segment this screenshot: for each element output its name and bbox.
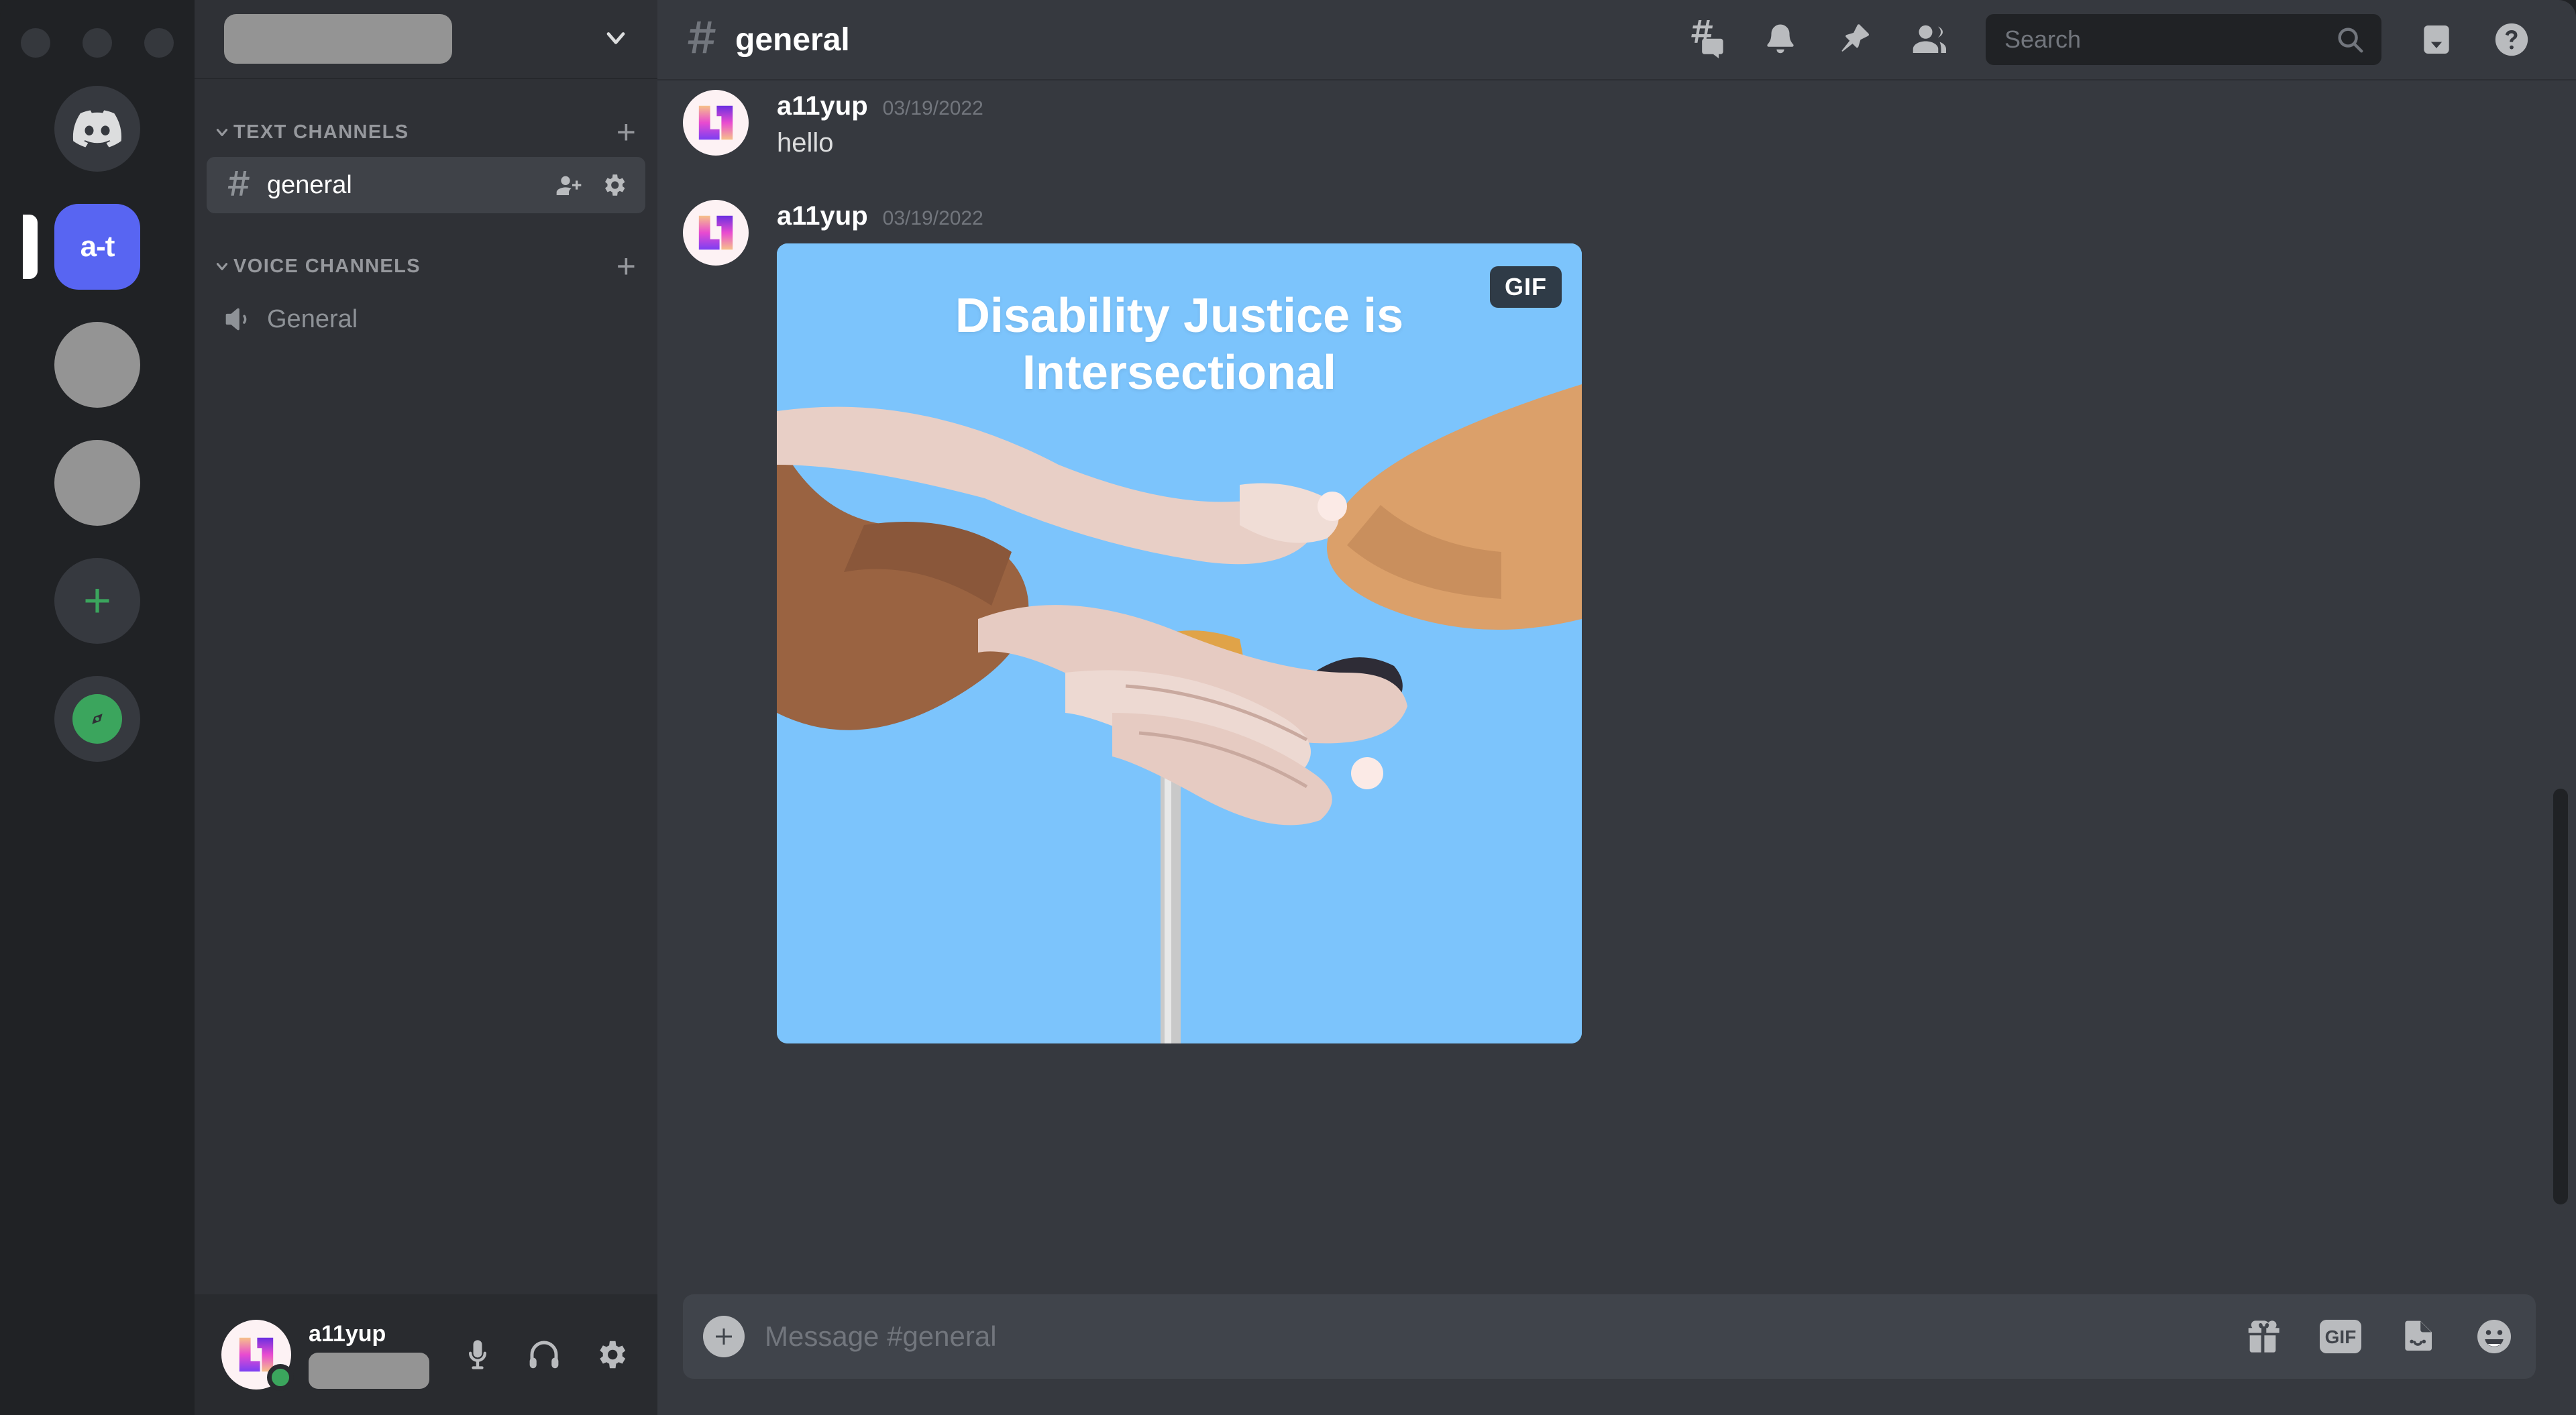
sticker-picker-icon[interactable] xyxy=(2399,1318,2436,1355)
server-rail-item-home[interactable] xyxy=(54,86,140,172)
message-timestamp: 03/19/2022 xyxy=(883,97,983,120)
hash-icon xyxy=(221,171,255,199)
user-panel: a11yup xyxy=(195,1294,657,1415)
header-toolbar: Search xyxy=(1668,2,2549,77)
guild-name-redacted xyxy=(224,14,452,64)
compass-icon xyxy=(54,676,140,762)
message-text: hello xyxy=(777,128,2536,158)
close-window-button[interactable] xyxy=(21,28,50,58)
threads-icon[interactable] xyxy=(1668,2,1743,77)
channel-header: general xyxy=(657,0,2576,79)
guild-header[interactable] xyxy=(195,0,657,79)
avatar[interactable] xyxy=(221,1320,291,1390)
user-panel-controls xyxy=(460,1337,635,1373)
search-input[interactable]: Search xyxy=(1986,14,2381,65)
discord-window: a-t + xyxy=(0,0,2576,1415)
server-rail: a-t + xyxy=(0,0,195,1415)
channel-list: TEXT CHANNELS + general xyxy=(195,79,657,1294)
member-list-icon[interactable] xyxy=(1893,2,1968,77)
gif-picker-icon[interactable]: GIF xyxy=(2320,1320,2361,1353)
server-initials: a-t xyxy=(80,230,115,264)
maximize-window-button[interactable] xyxy=(144,28,174,58)
create-invite-icon[interactable] xyxy=(555,172,582,199)
sidebar-item-general-text[interactable]: general xyxy=(207,157,645,213)
gif-attachment[interactable]: GIF Disability Justice is Intersectional xyxy=(777,243,1582,1043)
server-avatar-redacted xyxy=(54,440,140,526)
search-placeholder: Search xyxy=(2004,25,2334,54)
category-text-channels[interactable]: TEXT CHANNELS + xyxy=(195,111,657,153)
hash-icon xyxy=(683,21,719,58)
message-list: a11yup 03/19/2022 hello a11yup xyxy=(657,79,2576,1294)
message-input[interactable]: Message #general xyxy=(765,1320,2223,1353)
gif-caption-line-2: Intersectional xyxy=(824,345,1535,402)
message-item: a11yup 03/19/2022 GIF Disability Justice… xyxy=(657,200,2536,1043)
message-scrollbar[interactable] xyxy=(2555,158,2571,1294)
edit-channel-gear-icon[interactable] xyxy=(600,171,628,199)
notifications-bell-icon[interactable] xyxy=(1743,2,1818,77)
message-timestamp: 03/19/2022 xyxy=(883,207,983,230)
server-avatar-redacted xyxy=(54,322,140,408)
user-identity[interactable]: a11yup xyxy=(309,1321,429,1389)
gift-icon[interactable] xyxy=(2243,1317,2282,1356)
channel-sidebar: TEXT CHANNELS + general xyxy=(195,0,657,1415)
message-composer[interactable]: Message #general GIF xyxy=(683,1294,2536,1379)
chevron-down-icon[interactable] xyxy=(601,23,631,56)
gif-caption: Disability Justice is Intersectional xyxy=(777,288,1582,402)
discord-logo-icon xyxy=(54,86,140,172)
username: a11yup xyxy=(309,1321,429,1347)
scrollbar-thumb[interactable] xyxy=(2553,789,2568,1204)
composer-area: Message #general GIF xyxy=(657,1294,2576,1415)
message-author[interactable]: a11yup xyxy=(777,91,868,121)
category-voice-channels[interactable]: VOICE CHANNELS + xyxy=(195,245,657,287)
server-rail-item-blank-1[interactable] xyxy=(54,322,140,408)
composer-toolbar: GIF xyxy=(2243,1316,2514,1357)
explore-servers-button[interactable] xyxy=(54,676,140,762)
message-item: a11yup 03/19/2022 hello xyxy=(657,90,2536,158)
plus-glyph: + xyxy=(83,577,111,625)
speaker-icon xyxy=(221,304,255,334)
plus-icon: + xyxy=(54,558,140,644)
help-icon[interactable] xyxy=(2474,2,2549,77)
add-server-button[interactable]: + xyxy=(54,558,140,644)
minimize-window-button[interactable] xyxy=(83,28,112,58)
gif-caption-line-1: Disability Justice is xyxy=(824,288,1535,345)
sidebar-item-general-voice[interactable]: General xyxy=(207,291,645,347)
chat-area: general xyxy=(657,0,2576,1415)
user-settings-gear-icon[interactable] xyxy=(593,1337,629,1373)
category-label: VOICE CHANNELS xyxy=(233,256,616,278)
server-avatar-a-t: a-t xyxy=(54,204,140,290)
channel-name: General xyxy=(267,305,628,334)
add-text-channel-button[interactable]: + xyxy=(616,121,636,144)
window-traffic-lights xyxy=(21,28,174,58)
inbox-icon[interactable] xyxy=(2399,2,2474,77)
avatar[interactable] xyxy=(683,90,749,156)
emoji-picker-icon[interactable] xyxy=(2474,1316,2514,1357)
avatar[interactable] xyxy=(683,200,749,266)
channel-name: general xyxy=(267,171,543,200)
pinned-messages-pin-icon[interactable] xyxy=(1818,2,1893,77)
svg-text:GIF: GIF xyxy=(2325,1326,2357,1347)
active-server-indicator xyxy=(23,215,38,279)
add-voice-channel-button[interactable]: + xyxy=(616,255,636,278)
user-discriminator-redacted xyxy=(309,1353,429,1389)
search-icon xyxy=(2334,24,2365,55)
headphones-icon[interactable] xyxy=(526,1337,562,1373)
server-rail-item-blank-2[interactable] xyxy=(54,440,140,526)
category-label: TEXT CHANNELS xyxy=(233,121,616,144)
channel-actions xyxy=(555,171,628,199)
attach-file-plus-icon[interactable] xyxy=(703,1316,745,1357)
gif-badge: GIF xyxy=(1490,266,1562,308)
microphone-icon[interactable] xyxy=(460,1337,495,1372)
server-rail-item-a-t[interactable]: a-t xyxy=(54,204,140,290)
chevron-down-icon xyxy=(211,258,233,275)
page-title: general xyxy=(735,21,850,58)
status-badge-online xyxy=(267,1364,294,1391)
message-author[interactable]: a11yup xyxy=(777,201,868,231)
chevron-down-icon xyxy=(211,123,233,141)
